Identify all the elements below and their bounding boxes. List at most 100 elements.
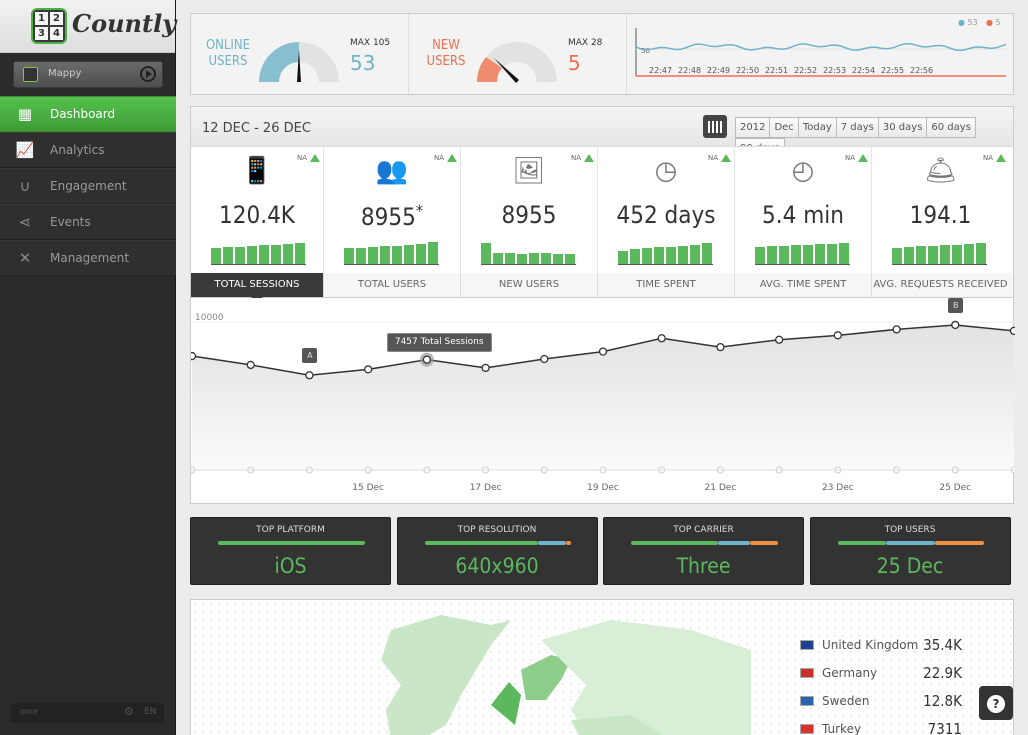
play-icon[interactable]: [140, 66, 156, 82]
metric-bar: [755, 247, 765, 264]
data-point: [598, 347, 608, 356]
live-sparkline: 50 22:47 22:48 22:49 22:50 22:51 22:52 22:53 22:…: [628, 14, 1014, 94]
date-button-60-days[interactable]: 60 days: [926, 117, 976, 138]
help-icon: ?: [987, 695, 1005, 713]
nav-item-management[interactable]: ✕ Management: [0, 240, 176, 276]
metric-card[interactable]: 🖼 NA 8955: [461, 147, 598, 273]
country-row[interactable]: United Kingdom 35.4K: [800, 635, 970, 655]
trend-badge: NA: [433, 154, 458, 162]
date-button-30-days[interactable]: 30 days: [877, 117, 928, 138]
country-row[interactable]: Sweden 12.8K: [800, 691, 970, 711]
top-box-top-resolution[interactable]: TOP RESOLUTION 640x960: [396, 517, 598, 585]
date-button-2012[interactable]: 2012: [735, 117, 771, 138]
nav-item-events[interactable]: ⋖ Events: [0, 204, 176, 240]
metric-bar: [541, 253, 551, 264]
metric-bar: [368, 246, 378, 264]
data-point: [246, 360, 255, 370]
metric-bar: [666, 246, 676, 264]
share-icon: ⋖: [18, 213, 32, 231]
spark-time-label: 22:55: [881, 66, 904, 75]
metric-value-text: 452 days: [616, 201, 716, 229]
metric-value-text: 5.4 min: [762, 201, 844, 229]
metric-sparkbars: [892, 237, 987, 265]
data-point: [481, 363, 490, 373]
tab-avg-time-spent[interactable]: AVG. TIME SPENT: [735, 273, 872, 297]
top-box-title: TOP USERS: [884, 525, 936, 535]
top-box-bar-segment: [631, 541, 718, 545]
x-tick-label: 21 Dec: [705, 483, 737, 493]
online-users-max: MAX 105: [350, 38, 391, 48]
date-button-today[interactable]: Today: [797, 117, 837, 138]
date-button-dec[interactable]: Dec: [769, 117, 799, 138]
metric-bar: [964, 243, 974, 264]
top-box-title: TOP CARRIER: [673, 525, 734, 535]
trend-badge: NA: [570, 154, 595, 162]
tab-new-users[interactable]: NEW USERS: [461, 273, 598, 297]
metric-bar: [940, 245, 950, 264]
metric-bar: [565, 253, 575, 264]
calendar-icon[interactable]: [703, 115, 727, 138]
tab-avg-requests-received[interactable]: AVG. REQUESTS RECEIVED: [872, 273, 1009, 297]
x-tick-label: 25 Dec: [939, 483, 971, 493]
country-row[interactable]: Turkey 7311: [800, 719, 970, 735]
sessions-chart: 100005000015 Dec17 Dec19 Dec21 Dec23 Dec…: [190, 297, 1015, 504]
metric-card[interactable]: 👥 NA 8955*: [324, 147, 461, 273]
metric-bar: [803, 244, 813, 264]
nav-item-label: Analytics: [50, 143, 105, 157]
user-bar: onur ⚙ EN: [10, 703, 164, 723]
app-selector[interactable]: Mappy: [13, 61, 163, 88]
online-gauge-dial: [259, 42, 339, 82]
tab-time-spent[interactable]: TIME SPENT: [598, 273, 735, 297]
metric-bar: [839, 242, 849, 264]
logo-icon: 12 34: [31, 8, 67, 44]
flag-icon: [800, 696, 814, 706]
tab-total-users[interactable]: TOTAL USERS: [324, 273, 461, 297]
data-point: [657, 334, 666, 343]
metric-bar: [380, 246, 390, 264]
language-selector[interactable]: EN: [144, 707, 156, 717]
gear-icon[interactable]: ⚙: [124, 705, 134, 718]
dashboard-icon: ▦: [17, 105, 33, 123]
country-row[interactable]: Germany 22.9K: [800, 663, 970, 683]
nav-item-dashboard[interactable]: ▦ Dashboard: [0, 96, 176, 132]
spark-time-label: 22:56: [910, 66, 933, 75]
nav-item-engagement[interactable]: ∪ Engagement: [0, 168, 176, 204]
annotation-marker[interactable]: A: [302, 348, 318, 364]
annotation-marker[interactable]: B: [948, 297, 964, 313]
flag-icon: [800, 668, 814, 678]
top-box-bar-segment: [424, 541, 538, 545]
top-box-value: Three: [676, 554, 731, 578]
new-users-value: 5: [568, 51, 581, 75]
data-point: [774, 335, 784, 344]
spark-time-label: 22:51: [765, 66, 788, 75]
date-button-7-days[interactable]: 7 days: [835, 117, 879, 138]
help-button[interactable]: ?: [979, 686, 1013, 720]
top-box-bar-segment: [717, 541, 751, 545]
tab-total-sessions[interactable]: TOTAL SESSIONS: [191, 273, 324, 303]
metric-bar: [211, 248, 221, 264]
spark-y-label: 50: [641, 47, 650, 55]
top-box-top-platform[interactable]: TOP PLATFORM iOS: [190, 517, 391, 585]
metric-bar: [416, 243, 426, 264]
top-box-top-carrier[interactable]: TOP CARRIER Three: [603, 517, 804, 585]
metric-card[interactable]: 📱 NA 120.4K: [191, 147, 324, 273]
trend-badge: NA: [982, 154, 1007, 162]
country-name: Sweden: [822, 694, 870, 708]
metric-bar: [529, 253, 539, 264]
metric-bar: [223, 247, 233, 264]
logo[interactable]: 12 34 Countly: [0, 0, 176, 53]
map-shapes[interactable]: [191, 600, 751, 735]
data-point: [1009, 326, 1015, 336]
metric-sparkbars: [481, 237, 576, 265]
spark-time-label: 22:52: [794, 66, 817, 75]
metric-bar: [654, 247, 664, 264]
new-users-max: MAX 28: [568, 38, 603, 48]
metric-card[interactable]: ◷ NA 452 days: [598, 147, 735, 273]
username[interactable]: onur: [20, 707, 38, 716]
nav-item-analytics[interactable]: 📈 Analytics: [0, 132, 176, 168]
main-nav: ▦ Dashboard 📈 Analytics ∪ Engagement ⋖ Events ✕ M…: [0, 96, 176, 276]
metric-card[interactable]: ◴ NA 5.4 min: [735, 147, 872, 273]
metric-bar: [295, 242, 305, 264]
top-box-top-users[interactable]: TOP USERS 25 Dec: [809, 517, 1011, 585]
metric-card[interactable]: 🛎 NA 194.1: [872, 147, 1009, 273]
